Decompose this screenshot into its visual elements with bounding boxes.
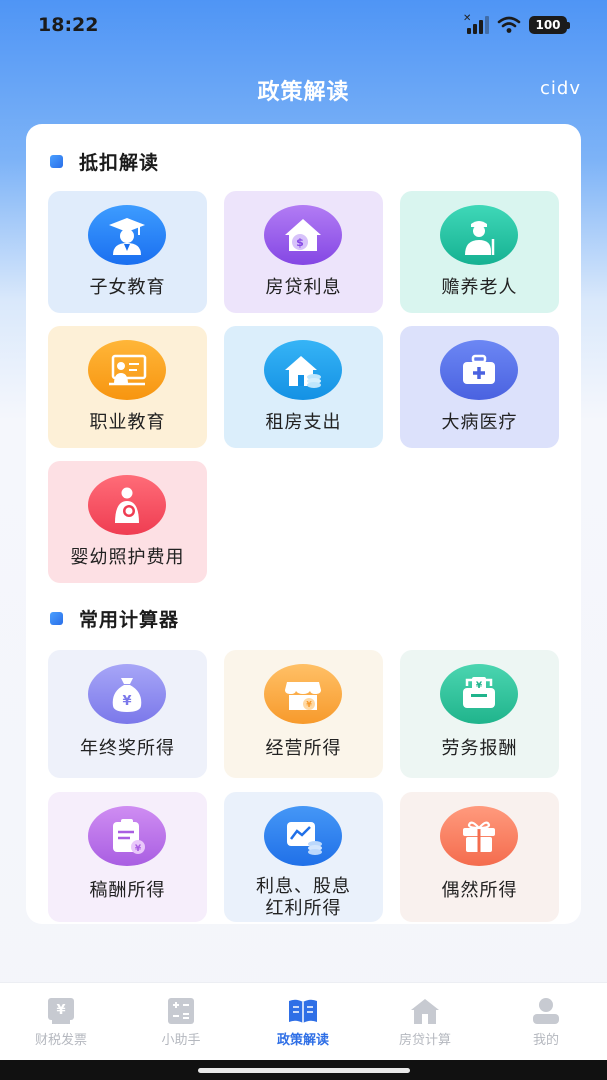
page-title: 政策解读: [257, 80, 350, 105]
tile-serious-illness[interactable]: 大病医疗: [400, 326, 559, 448]
tile-rent-expense[interactable]: 租房支出: [224, 326, 383, 448]
tile-mortgage-interest[interactable]: $ 房贷利息: [224, 191, 383, 313]
house-money-icon: $: [264, 205, 342, 265]
tile-infant-care[interactable]: 婴幼照护费用: [48, 461, 207, 583]
nav-item-assistant[interactable]: 小助手: [121, 997, 241, 1048]
tile-vocational-education[interactable]: 职业教育: [48, 326, 207, 448]
money-bag-icon: ¥: [88, 664, 166, 724]
clipboard-money-icon: ¥: [88, 806, 166, 866]
section-marker-icon: [50, 612, 63, 625]
signal-icon: ✕: [463, 13, 489, 34]
calculator-icon: [168, 998, 194, 1024]
status-time: 18:22: [38, 14, 99, 36]
header-right-text[interactable]: cidv: [540, 78, 581, 99]
nav-item-policy[interactable]: 政策解读: [243, 997, 363, 1048]
svg-text:$: $: [296, 236, 304, 249]
mother-baby-icon: [88, 475, 166, 535]
invoice-icon: ¥: [48, 998, 74, 1024]
gift-icon: [440, 806, 518, 866]
shop-icon: ¥: [264, 664, 342, 724]
tile-business-income[interactable]: ¥ 经营所得: [224, 650, 383, 778]
stock-chart-icon: [264, 806, 342, 866]
home-indicator[interactable]: [198, 1068, 410, 1073]
nav-item-mortgage-calc[interactable]: 房贷计算: [365, 997, 485, 1048]
teacher-board-icon: [88, 340, 166, 400]
nav-item-invoice[interactable]: ¥ 财税发票: [1, 997, 121, 1048]
status-bar: 18:22 ✕ 100: [0, 0, 607, 52]
svg-text:¥: ¥: [56, 1003, 65, 1018]
tile-labor-remuneration[interactable]: ¥ 劳务报酬: [400, 650, 559, 778]
wifi-icon: [497, 16, 521, 33]
wallet-icon: ¥: [440, 664, 518, 724]
medical-kit-icon: [440, 340, 518, 400]
section-title-calculators: 常用计算器: [50, 605, 179, 632]
svg-text:¥: ¥: [135, 844, 142, 854]
tile-child-education[interactable]: 子女教育: [48, 191, 207, 313]
tile-manuscript-income[interactable]: ¥ 稿酬所得: [48, 792, 207, 922]
tile-interest-dividend[interactable]: 利息、股息 红利所得: [224, 792, 383, 922]
section-marker-icon: [50, 155, 63, 168]
tile-elderly-support[interactable]: 赡养老人: [400, 191, 559, 313]
elderly-icon: [440, 205, 518, 265]
svg-text:¥: ¥: [122, 694, 131, 709]
book-icon: [289, 999, 317, 1023]
house-coins-icon: [264, 340, 342, 400]
tile-year-end-bonus[interactable]: ¥ 年终奖所得: [48, 650, 207, 778]
battery-icon: 100: [529, 16, 570, 34]
content-card: 抵扣解读 子女教育 $ 房贷利息 赡养老人 职业教育 租房支出 大病医疗 婴幼照…: [26, 124, 581, 924]
nav-item-mine[interactable]: 我的: [486, 997, 606, 1048]
user-icon: [533, 998, 559, 1024]
graduate-icon: [88, 205, 166, 265]
section-title-deduction: 抵扣解读: [50, 148, 159, 175]
tile-incidental-income[interactable]: 偶然所得: [400, 792, 559, 922]
svg-text:¥: ¥: [306, 700, 312, 709]
house-icon: [411, 999, 439, 1024]
